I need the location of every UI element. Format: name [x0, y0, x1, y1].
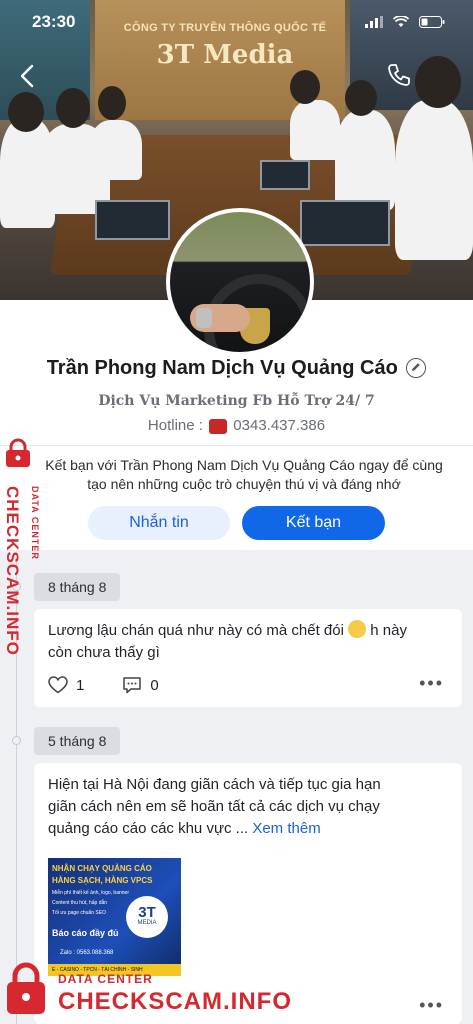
watermark-brand: CHECKSCAM.INFO: [58, 988, 292, 1015]
post-text-line1: Hiện tại Hà Nội đang giãn cách và tiếp t…: [48, 776, 381, 793]
profile-name: Trần Phong Nam Dịch Vụ Quảng Cáo: [46, 357, 398, 379]
post-date: 5 tháng 8: [34, 727, 121, 755]
cover-laptop: [260, 160, 310, 190]
watermark-vertical: CHECKSCAM.INFO DATA CENTER: [0, 438, 56, 678]
comment-icon[interactable]: [122, 676, 142, 694]
cover-person-head: [415, 56, 461, 108]
cover-laptop: [95, 200, 170, 240]
cover-person: [395, 100, 473, 260]
watermark-sub: DATA CENTER: [30, 486, 40, 560]
cover-person-head: [56, 88, 90, 128]
message-button[interactable]: Nhắn tin: [88, 506, 230, 540]
lock-icon: [6, 438, 30, 467]
watermark-bottom: DATA CENTER CHECKSCAM.INFO: [0, 960, 473, 1024]
avatar[interactable]: [166, 208, 314, 356]
post-image-title1: NHẬN CHẠY QUẢNG CÁO: [52, 864, 152, 873]
cover-person: [90, 120, 142, 180]
add-friend-button[interactable]: Kết bạn: [242, 506, 385, 540]
post-text-line2: giãn cách nên em sẽ hoãn tất cả các dịch…: [48, 798, 380, 815]
hotline-label: Hotline :: [147, 417, 203, 434]
comment-count: 0: [150, 676, 159, 694]
cover-person-head: [345, 80, 377, 116]
heart-icon[interactable]: [48, 676, 68, 694]
status-bar: 23:30: [0, 12, 473, 36]
post-image[interactable]: NHẬN CHẠY QUẢNG CÁO HÀNG SẠCH, HÀNG VPCS…: [48, 858, 181, 976]
post-text-line3: quảng cáo cáo các khu vực ...: [48, 820, 249, 837]
avatar-watch: [196, 308, 212, 328]
post-image-badge-sub: MEDIA: [137, 920, 157, 926]
like-count: 1: [76, 676, 85, 694]
telephone-emoji-icon: [209, 418, 228, 434]
post-text-line2: còn chưa thấy gì: [48, 644, 160, 661]
post-card[interactable]: Lương lậu chán quá như này có mà chết đó…: [34, 609, 462, 707]
post-image-zalo: Zalo : 0563.088.368: [60, 950, 114, 956]
cover-person-head: [98, 86, 126, 120]
cover-person: [290, 100, 340, 160]
back-icon[interactable]: [14, 62, 42, 90]
more-options-icon[interactable]: •••: [419, 673, 444, 694]
cover-person-head: [8, 92, 44, 132]
cover-person-head: [290, 70, 320, 104]
post-image-line2: Content thu hút, hấp dẫn: [52, 900, 108, 906]
post-text-line1: Lương lậu chán quá như này có mà chết đó…: [48, 622, 344, 639]
post-image-line1: Miễn phí thiết kế ảnh, logo, banner: [52, 890, 129, 896]
post-image-title2: HÀNG SẠCH, HÀNG VPCS: [52, 876, 153, 885]
watermark-sub: DATA CENTER: [58, 972, 153, 986]
profile-tagline: Dịch Vụ Marketing Fb Hỗ Trợ 24/ 7: [98, 393, 375, 409]
phone-icon[interactable]: [386, 62, 412, 88]
cover-person: [335, 110, 395, 210]
hotline-number: 0343.437.386: [233, 417, 326, 434]
divider: [0, 445, 473, 446]
post-text: Hiện tại Hà Nội đang giãn cách và tiếp t…: [48, 774, 381, 840]
see-more-link[interactable]: Xem thêm: [252, 820, 320, 837]
timeline-dot: [12, 736, 21, 745]
cover-laptop: [300, 200, 390, 246]
wifi-icon: [393, 16, 409, 27]
watermark-brand: CHECKSCAM.INFO: [3, 486, 22, 656]
post-image-report: Báo cáo đầy đủ: [52, 928, 119, 938]
status-time: 23:30: [32, 12, 76, 31]
edit-icon[interactable]: [406, 357, 427, 378]
lock-icon: [7, 962, 45, 1014]
friend-invite-line1: Kết bạn với Trần Phong Nam Dịch Vụ Quảng…: [45, 457, 443, 473]
post-image-line3: Tối ưu page chuẩn SEO: [52, 910, 106, 916]
cover-sign-line2: 3T Media: [156, 40, 294, 70]
post-image-badge: 3T: [126, 896, 168, 938]
post-text-line1-end: h này: [366, 622, 407, 639]
post-text: Lương lậu chán quá như này có mà chết đó…: [48, 620, 407, 664]
status-icons: [365, 16, 445, 28]
battery-icon: [419, 16, 445, 28]
friend-invite-line2: tạo nên những cuộc trò chuyện thú vị và …: [87, 476, 401, 492]
crying-emoji-icon: [348, 620, 367, 639]
friend-invite-text: Kết bạn với Trần Phong Nam Dịch Vụ Quảng…: [34, 456, 454, 494]
profile-hotline: Hotline : 0343.437.386: [0, 417, 473, 434]
signal-icon: [365, 16, 383, 28]
profile-name-row: Trần Phong Nam Dịch Vụ Quảng Cáo: [0, 357, 473, 380]
post-reactions: 1 0: [48, 676, 159, 694]
